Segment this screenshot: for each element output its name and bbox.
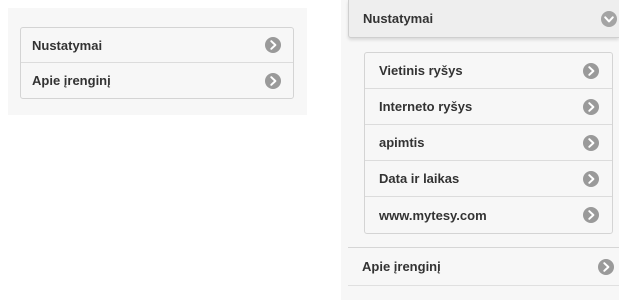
left-settings-panel: Nustatymai Apie įrenginį [8,8,307,115]
menu-item-label: Apie įrenginį [32,73,111,88]
menu-item-nustatymai[interactable]: Nustatymai [21,28,293,63]
chevron-right-icon [583,62,599,79]
submenu-item-label: Interneto ryšys [379,99,473,114]
chevron-right-icon [583,170,599,187]
settings-submenu: Vietinis ryšys Interneto ryšys apimtis D… [364,52,613,234]
menu-item-label: Nustatymai [32,37,103,53]
submenu-item-label: apimtis [379,135,425,150]
submenu-item-vietinis-rysys[interactable]: Vietinis ryšys [365,53,612,89]
submenu-item-interneto-rysys[interactable]: Interneto ryšys [365,89,612,125]
chevron-right-icon [583,134,599,151]
submenu-item-label: www.mytesy.com [379,207,487,223]
chevron-right-icon [583,207,599,223]
submenu-item-label: Vietinis ryšys [379,63,463,78]
chevron-right-icon [583,98,599,115]
section-header-nustatymai[interactable]: Nustatymai [348,0,619,38]
submenu-item-data-ir-laikas[interactable]: Data ir laikas [365,161,612,197]
stage: Nustatymai Apie įrenginį Nustatymai Viet… [0,0,619,300]
menu-item-apie-irengini[interactable]: Apie įrenginį [21,63,293,98]
chevron-right-icon [598,258,614,275]
chevron-right-icon [265,72,281,89]
submenu-item-label: Data ir laikas [379,171,460,186]
section-header-label: Nustatymai [363,11,434,26]
left-menu-group: Nustatymai Apie įrenginį [20,27,294,99]
chevron-right-icon [265,37,281,53]
submenu-item-mytesy-link[interactable]: www.mytesy.com [365,197,612,233]
submenu-item-apimtis[interactable]: apimtis [365,125,612,161]
menu-item-label: Apie įrenginį [362,259,441,274]
right-settings-panel: Nustatymai Vietinis ryšys Interneto ryšy… [341,0,619,300]
menu-item-apie-irengini[interactable]: Apie įrenginį [348,247,619,286]
chevron-down-icon [601,10,617,27]
